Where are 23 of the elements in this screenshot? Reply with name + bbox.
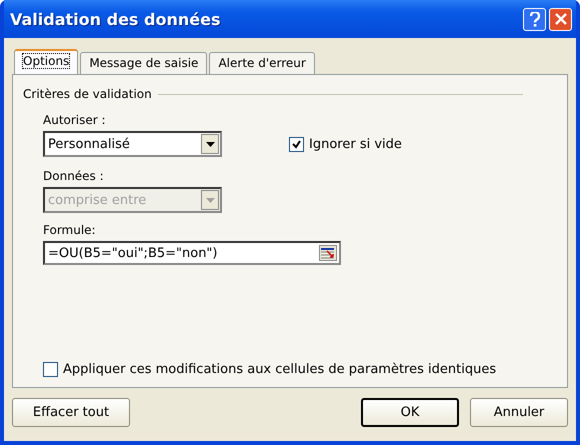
dialog-button[interactable]: Effacer tout (12, 398, 130, 427)
checkbox[interactable] (43, 362, 58, 377)
help-icon[interactable] (523, 8, 546, 30)
dialog-button[interactable]: Annuler (470, 398, 568, 427)
close-icon[interactable] (549, 8, 572, 30)
field-label: Formule: (43, 223, 97, 237)
dropdown-value: comprise entre (48, 192, 146, 208)
tab[interactable]: Alerte d'erreur (209, 52, 315, 74)
field-label: Données : (43, 169, 105, 183)
group-title: Critères de validation (23, 87, 152, 101)
checkbox-label: Appliquer ces modifications aux cellules de paramètres identiques (63, 362, 496, 377)
range-select-icon[interactable] (319, 245, 337, 261)
dialog-button[interactable]: OK (361, 398, 459, 427)
dropdown[interactable]: Personnalisé (43, 131, 222, 157)
checkmark-icon (292, 140, 301, 148)
field-label: Autoriser : (43, 113, 107, 127)
formula-field[interactable]: =OU(B5="oui";B5="non") (43, 241, 341, 265)
checkbox-label: Ignorer si vide (309, 136, 402, 152)
tab[interactable]: Options (14, 49, 78, 75)
checkbox[interactable] (289, 136, 304, 152)
window-title: Validation des données (10, 10, 222, 28)
dropdown-value: Personnalisé (48, 136, 130, 152)
tab[interactable]: Message de saisie (80, 52, 208, 74)
